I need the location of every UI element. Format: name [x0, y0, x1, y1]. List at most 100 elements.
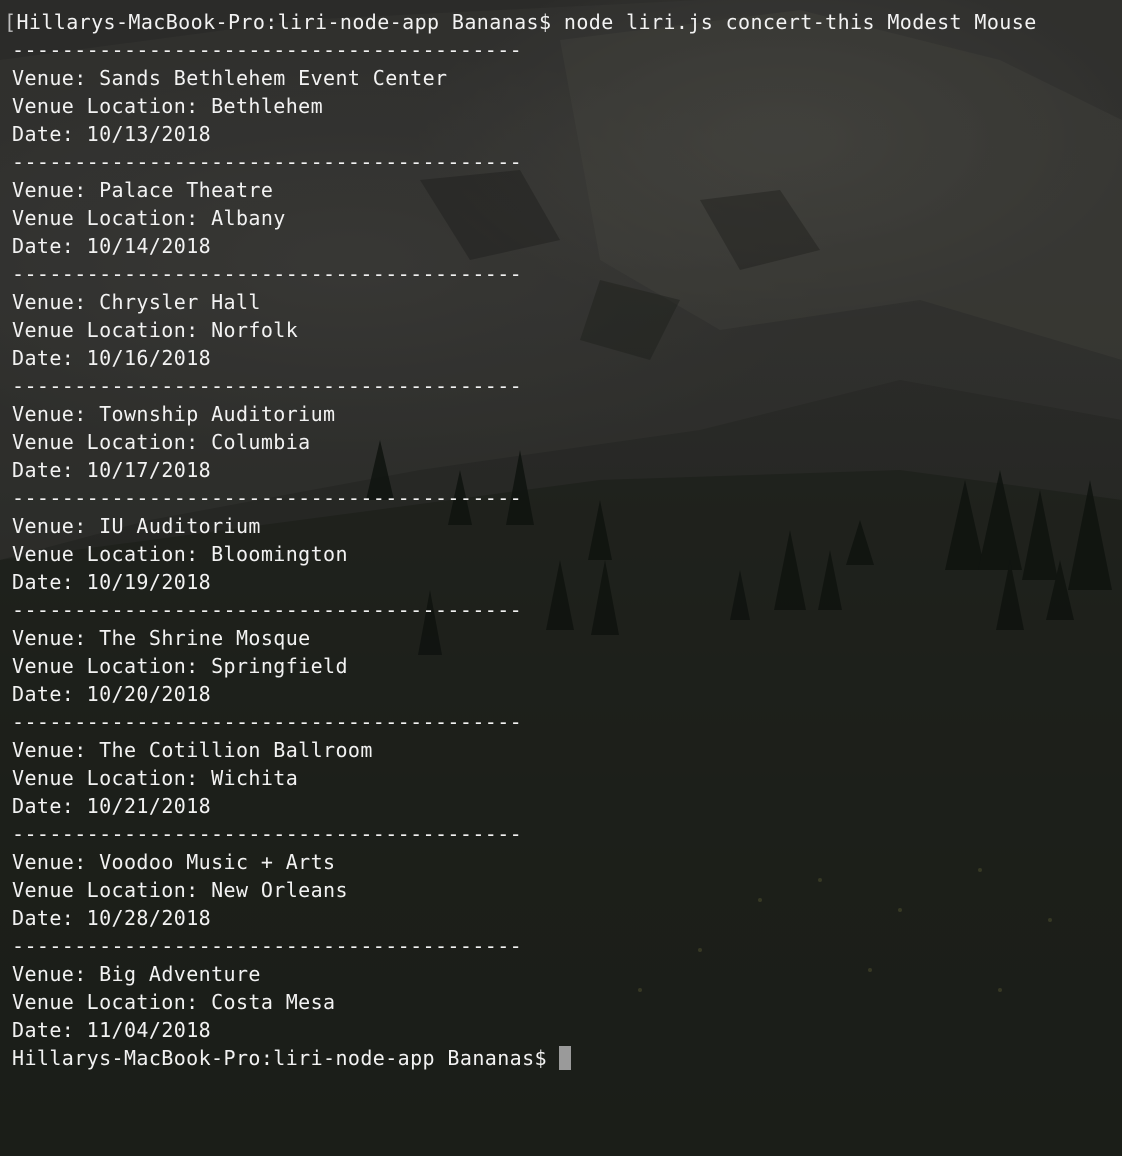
venue-label: Venue: [12, 290, 87, 314]
terminal-window[interactable]: [Hillarys-MacBook-Pro:liri-node-app Bana… [0, 0, 1122, 1156]
event-date: 10/28/2018 [86, 906, 212, 930]
divider-line: ----------------------------------------… [12, 934, 523, 958]
location-name: Columbia [211, 430, 311, 454]
location-label: Venue Location: [12, 430, 199, 454]
location-label: Venue Location: [12, 990, 199, 1014]
divider: ----------------------------------------… [12, 820, 522, 848]
venue-label: Venue: [12, 402, 87, 426]
date-line: Date: 10/14/2018 [12, 232, 211, 260]
location-name: Costa Mesa [211, 990, 336, 1014]
date-line: Date: 10/13/2018 [12, 120, 211, 148]
shell-prompt: Hillarys-MacBook-Pro:liri-node-app Banan… [16, 10, 552, 34]
location-label: Venue Location: [12, 654, 199, 678]
command-text: node liri.js concert-this Modest Mouse [563, 10, 1037, 34]
venue-name: The Cotillion Ballroom [99, 738, 373, 762]
date-label: Date: [12, 1018, 75, 1042]
venue-name: IU Auditorium [99, 514, 261, 538]
venue-label: Venue: [12, 962, 87, 986]
date-label: Date: [12, 458, 75, 482]
venue-line: Venue: The Shrine Mosque [12, 624, 311, 652]
location-name: Albany [211, 206, 286, 230]
location-name: Bloomington [211, 542, 348, 566]
divider: ----------------------------------------… [12, 484, 522, 512]
location-label: Venue Location: [12, 878, 199, 902]
location-line: Venue Location: Bethlehem [12, 92, 323, 120]
date-label: Date: [12, 346, 75, 370]
event-date: 11/04/2018 [86, 1018, 212, 1042]
location-label: Venue Location: [12, 318, 199, 342]
location-label: Venue Location: [12, 542, 199, 566]
divider-line: ----------------------------------------… [12, 598, 523, 622]
date-label: Date: [12, 794, 75, 818]
location-line: Venue Location: Wichita [12, 764, 298, 792]
location-label: Venue Location: [12, 766, 199, 790]
date-label: Date: [12, 570, 75, 594]
event-date: 10/21/2018 [86, 794, 212, 818]
event-date: 10/17/2018 [86, 458, 212, 482]
date-line: Date: 10/28/2018 [12, 904, 211, 932]
date-line: Date: 10/19/2018 [12, 568, 211, 596]
venue-name: The Shrine Mosque [99, 626, 311, 650]
venue-line: Venue: Voodoo Music + Arts [12, 848, 336, 876]
venue-name: Township Auditorium [99, 402, 336, 426]
date-label: Date: [12, 122, 75, 146]
date-line: Date: 11/04/2018 [12, 1016, 211, 1044]
venue-name: Palace Theatre [99, 178, 274, 202]
venue-label: Venue: [12, 850, 87, 874]
location-name: Bethlehem [211, 94, 324, 118]
divider-line: ----------------------------------------… [12, 710, 523, 734]
command-line: [Hillarys-MacBook-Pro:liri-node-app Bana… [4, 8, 1037, 36]
venue-name: Chrysler Hall [99, 290, 261, 314]
date-label: Date: [12, 906, 75, 930]
prompt-line: Hillarys-MacBook-Pro:liri-node-app Banan… [12, 1044, 571, 1072]
divider: ----------------------------------------… [12, 260, 522, 288]
location-name: New Orleans [211, 878, 348, 902]
venue-label: Venue: [12, 514, 87, 538]
event-date: 10/16/2018 [86, 346, 212, 370]
divider: ----------------------------------------… [12, 596, 522, 624]
venue-line: Venue: IU Auditorium [12, 512, 261, 540]
divider: ----------------------------------------… [12, 372, 522, 400]
venue-line: Venue: Big Adventure [12, 960, 261, 988]
divider-line: ----------------------------------------… [12, 262, 523, 286]
event-date: 10/14/2018 [86, 234, 212, 258]
divider-line: ----------------------------------------… [12, 822, 523, 846]
location-line: Venue Location: Costa Mesa [12, 988, 336, 1016]
divider-line: ----------------------------------------… [12, 486, 523, 510]
event-date: 10/13/2018 [86, 122, 212, 146]
venue-name: Sands Bethlehem Event Center [99, 66, 448, 90]
location-name: Wichita [211, 766, 299, 790]
divider-line: ----------------------------------------… [12, 374, 523, 398]
location-label: Venue Location: [12, 206, 199, 230]
venue-label: Venue: [12, 178, 87, 202]
divider: ----------------------------------------… [12, 932, 522, 960]
divider-line: ----------------------------------------… [12, 150, 523, 174]
venue-label: Venue: [12, 66, 87, 90]
venue-line: Venue: The Cotillion Ballroom [12, 736, 373, 764]
date-line: Date: 10/20/2018 [12, 680, 211, 708]
location-line: Venue Location: Albany [12, 204, 286, 232]
venue-line: Venue: Township Auditorium [12, 400, 336, 428]
divider-line: ----------------------------------------… [12, 38, 523, 62]
event-date: 10/19/2018 [86, 570, 212, 594]
venue-line: Venue: Palace Theatre [12, 176, 273, 204]
shell-prompt: Hillarys-MacBook-Pro:liri-node-app Banan… [12, 1046, 547, 1070]
date-line: Date: 10/17/2018 [12, 456, 211, 484]
divider: ----------------------------------------… [12, 708, 522, 736]
divider: ----------------------------------------… [12, 36, 522, 64]
divider: ----------------------------------------… [12, 148, 522, 176]
venue-name: Voodoo Music + Arts [99, 850, 336, 874]
location-line: Venue Location: Norfolk [12, 316, 298, 344]
venue-name: Big Adventure [99, 962, 261, 986]
location-line: Venue Location: Bloomington [12, 540, 348, 568]
text-cursor [558, 1046, 571, 1070]
venue-label: Venue: [12, 738, 87, 762]
venue-line: Venue: Sands Bethlehem Event Center [12, 64, 447, 92]
scrollback-marker: [ [4, 10, 17, 34]
location-line: Venue Location: Columbia [12, 428, 311, 456]
location-label: Venue Location: [12, 94, 199, 118]
location-name: Springfield [211, 654, 348, 678]
date-line: Date: 10/21/2018 [12, 792, 211, 820]
venue-line: Venue: Chrysler Hall [12, 288, 261, 316]
location-name: Norfolk [211, 318, 299, 342]
